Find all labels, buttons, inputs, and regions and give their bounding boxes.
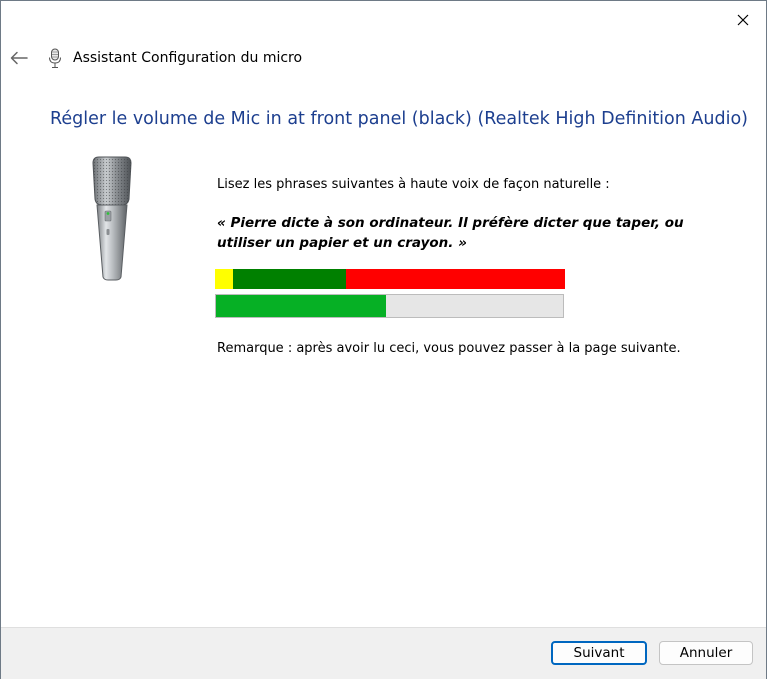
microphone-icon — [49, 48, 61, 68]
close-button[interactable] — [720, 1, 766, 39]
window-title: Assistant Configuration du micro — [73, 50, 303, 66]
wizard-content: Assistant Configuration du micro Régler … — [1, 39, 766, 627]
microphone-setup-wizard-window: Assistant Configuration du micro Régler … — [0, 0, 767, 679]
volume-meter — [215, 294, 564, 318]
remark-text: Remarque : après avoir lu ceci, vous pou… — [217, 341, 681, 356]
level-scale-segment-low — [215, 269, 233, 289]
page-heading: Régler le volume de Mic in at front pane… — [50, 109, 748, 129]
next-button[interactable]: Suivant — [551, 641, 647, 665]
microphone-illustration — [92, 156, 132, 281]
cancel-button[interactable]: Annuler — [659, 641, 753, 665]
level-scale-segment-good — [232, 269, 347, 289]
wizard-header: Assistant Configuration du micro — [1, 39, 766, 79]
back-arrow-icon — [10, 51, 28, 65]
back-button[interactable] — [5, 45, 33, 71]
volume-meter-fill — [216, 295, 387, 317]
instruction-text: Lisez les phrases suivantes à haute voix… — [217, 177, 610, 192]
title-bar — [1, 1, 766, 39]
sample-sentence: « Pierre dicte à son ordinateur. Il préf… — [217, 215, 684, 251]
volume-level-scale — [215, 269, 565, 289]
level-scale-segment-high — [346, 269, 565, 289]
wizard-footer: Suivant Annuler — [1, 627, 766, 679]
close-icon — [737, 14, 749, 26]
